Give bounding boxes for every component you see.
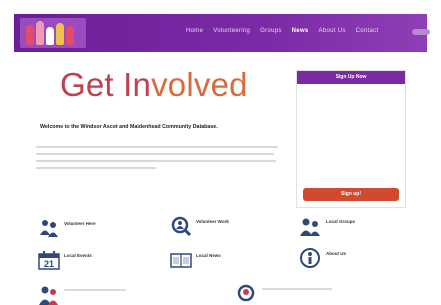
tile-label-line — [262, 288, 332, 290]
signup-panel: Sign Up Now Sign up! — [296, 70, 406, 208]
newspaper-icon — [170, 253, 192, 268]
tile-label: Local Groups — [326, 219, 356, 224]
tile-label-line — [64, 289, 126, 291]
tile-about-us[interactable]: About Us — [300, 248, 410, 268]
tile-volunteer-work[interactable]: Volunteer Work — [170, 216, 280, 236]
calendar-day: 21 — [44, 259, 54, 269]
nav-volunteering[interactable]: Volunteering — [213, 28, 250, 34]
intro-text-line — [36, 146, 278, 148]
tile-partial-left[interactable] — [38, 285, 148, 305]
group-icon — [300, 218, 320, 236]
info-person-icon — [300, 248, 320, 268]
main-nav: Home Volunteering Groups News About Us C… — [186, 28, 378, 34]
hand-icon — [26, 25, 34, 45]
tile-local-events[interactable]: 21 Local Events — [38, 250, 148, 270]
nav-contact[interactable]: Contact — [356, 28, 379, 34]
tile-label: Volunteer Work — [196, 219, 229, 224]
site-header: Home Volunteering Groups News About Us C… — [14, 14, 430, 52]
search-pill[interactable] — [412, 29, 430, 35]
tile-local-news[interactable]: Local News — [170, 250, 280, 270]
intro-text-line — [36, 160, 276, 162]
page-title: Get Involved — [60, 66, 260, 104]
nav-groups[interactable]: Groups — [260, 28, 281, 34]
tile-label: About Us — [326, 251, 346, 256]
people-icon — [39, 286, 58, 305]
hand-icon — [46, 27, 54, 45]
welcome-text: Welcome to the Windsor Ascot and Maidenh… — [40, 124, 218, 130]
tile-label: Local Events — [64, 253, 92, 258]
nav-home[interactable]: Home — [186, 28, 203, 34]
signup-button[interactable]: Sign up! — [303, 188, 399, 201]
tile-volunteer-here[interactable]: Volunteer Here — [38, 218, 148, 238]
magnifier-icon — [237, 284, 255, 302]
hand-icon — [66, 26, 74, 45]
intro-text-line — [36, 153, 274, 155]
magnifier-icon — [171, 216, 192, 236]
title-text: Get Involved — [60, 66, 248, 103]
tile-label: Local News — [196, 253, 221, 258]
hand-icon — [36, 21, 44, 45]
hand-icon — [56, 23, 64, 45]
signup-header: Sign Up Now — [297, 71, 405, 84]
tile-partial-right[interactable] — [236, 284, 346, 304]
tile-label: Volunteer Here — [64, 221, 96, 226]
nav-news[interactable]: News — [292, 28, 309, 34]
people-icon — [40, 220, 58, 237]
tile-local-groups[interactable]: Local Groups — [300, 216, 410, 236]
intro-text-line — [36, 167, 156, 169]
site-logo[interactable] — [20, 18, 86, 48]
nav-about-us[interactable]: About Us — [319, 28, 346, 34]
calendar-icon: 21 — [38, 251, 60, 270]
